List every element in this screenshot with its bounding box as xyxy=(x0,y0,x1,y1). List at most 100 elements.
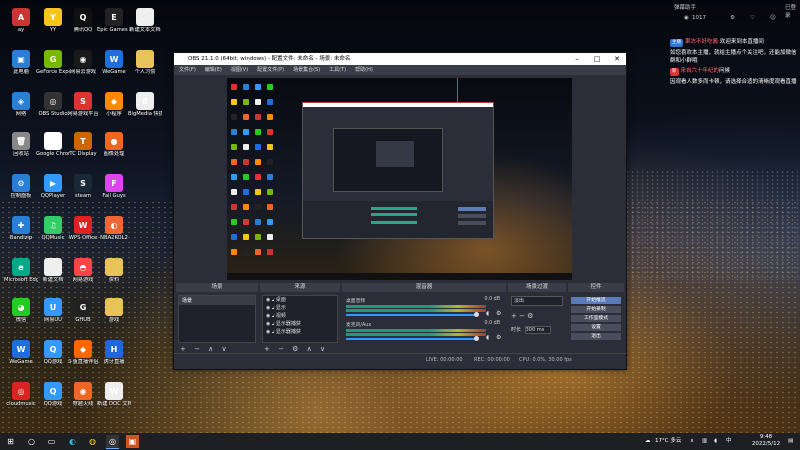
desktop-icon[interactable]: ◓ 网易游戏 xyxy=(66,258,100,294)
scenes-list[interactable]: 场景 xyxy=(178,295,256,343)
desktop-icon[interactable]: ◆ 小程序 xyxy=(97,92,131,128)
tray-volume-icon[interactable]: ◖ xyxy=(714,433,717,450)
desktop-icon[interactable]: ◉ 网易云游戏 xyxy=(66,50,100,86)
close-button[interactable]: ✕ xyxy=(608,53,626,65)
desktop-icon[interactable]: Q QQ游戏 xyxy=(36,382,70,418)
desktop-icon[interactable]: EEpic Games Launcher xyxy=(97,8,131,44)
desktop-icon[interactable]: U 网易UU xyxy=(36,298,70,334)
obs-menu-item[interactable]: 编辑(E) xyxy=(205,65,222,75)
desktop-icon[interactable]: 游戏 xyxy=(97,298,131,334)
desktop-icon[interactable]: ◎ OBS Studio xyxy=(36,92,70,128)
user-icon[interactable]: ☺ xyxy=(770,15,776,21)
sources-list[interactable]: ◉ 🔓︎ 桌面 ◉ 🔓︎ 显示 ◉ 🔓︎ 视频 ◉ 🔓︎ 显示器捕获 ◉ 🔓︎ 显示器捕… xyxy=(262,295,338,343)
minimize-button[interactable]: – xyxy=(568,53,586,65)
obs-titlebar[interactable]: OBS 21.1.0 (64bit, windows) - 配置文件: 未命名 … xyxy=(174,53,626,65)
desktop-icon[interactable]: Ssteam xyxy=(66,174,100,210)
edge-icon[interactable]: ◐ xyxy=(66,435,79,448)
desktop-icon[interactable]: 个人习惯 xyxy=(128,50,162,86)
desktop-icon[interactable]: 新建文本文档 xyxy=(128,8,162,44)
gear-icon[interactable]: ⚙ xyxy=(496,334,501,341)
source-item[interactable]: ◉ 🔓︎ 显示器捕获 xyxy=(263,320,337,328)
desktop-icon[interactable]: ◆ 斗鱼直播伴侣 xyxy=(66,340,100,376)
source-item[interactable]: ◉ 🔓︎ 显示 xyxy=(263,304,337,312)
obs-menu-item[interactable]: 视图(V) xyxy=(231,65,248,75)
obs-menu-item[interactable]: 场景集合(S) xyxy=(293,65,320,75)
desktop-icon[interactable]: W 新建 DOC 文档 xyxy=(97,382,131,418)
volume-knob[interactable] xyxy=(474,312,479,317)
weather-icon[interactable]: ☁ xyxy=(645,433,651,450)
desktop-icon[interactable]: BBigMedia 快捷方式 xyxy=(128,92,162,128)
desktop-icon[interactable]: G GHUB xyxy=(66,298,100,334)
volume-slider[interactable] xyxy=(346,314,476,316)
desktop-icon[interactable]: GGeForce Experience xyxy=(36,50,70,86)
chat-username[interactable]: 果冻不好吃酱: xyxy=(685,39,720,45)
desktop-icon[interactable]: ♫ QQMusic xyxy=(36,216,70,252)
desktop-icon[interactable]: ▣ 此电脑 xyxy=(4,50,38,86)
desktop-icon[interactable]: ◍Google Chrome xyxy=(36,132,70,168)
duration-input[interactable]: 300 ms xyxy=(524,326,551,334)
app-icon[interactable]: ▣ xyxy=(126,435,139,448)
tray-lang[interactable]: 中 xyxy=(726,433,732,450)
desktop-icon[interactable]: T TC Display xyxy=(66,132,100,168)
settings-icon[interactable]: ⚙ xyxy=(730,15,735,21)
speaker-icon[interactable]: ◖ xyxy=(486,334,489,341)
desktop-icon[interactable]: ▶ QQPlayer xyxy=(36,174,70,210)
desktop-icon[interactable]: 🗑 回收站 xyxy=(4,132,38,168)
control-button[interactable]: 开始录制 xyxy=(571,306,621,313)
control-button[interactable]: 退出 xyxy=(571,333,621,340)
source-item[interactable]: ◉ 🔓︎ 视频 xyxy=(263,312,337,320)
desktop-icon[interactable]: ◈ 网络 xyxy=(4,92,38,128)
obs-icon[interactable]: ◎ xyxy=(106,435,119,449)
desktop-icon[interactable]: ◐ NBA2KOL2 xyxy=(97,216,131,252)
desktop-icon[interactable]: H 虎牙直播 xyxy=(97,340,131,376)
desktop-icon[interactable]: ● 图像处理 xyxy=(97,132,131,168)
notification-icon[interactable]: ▤ xyxy=(788,433,793,450)
desktop-icon[interactable]: S 网易游戏平台 xyxy=(66,92,100,128)
obs-window[interactable]: OBS 21.1.0 (64bit, windows) - 配置文件: 未命名 … xyxy=(173,52,627,370)
control-button[interactable]: 设置 xyxy=(571,324,621,331)
desktop-icon[interactable]: W WPS Office xyxy=(66,216,100,252)
sources-toolbar[interactable]: + − ⚙ ∧ ∨ xyxy=(264,345,328,353)
desktop-icon[interactable]: ◕ 微信 xyxy=(4,298,38,334)
obs-menu-item[interactable]: 文件(F) xyxy=(179,65,196,75)
heart-icon[interactable]: ♡ xyxy=(750,15,755,21)
task-view-icon[interactable]: ▭ xyxy=(45,435,58,448)
chat-username[interactable]: 来自六十年纪的 xyxy=(681,68,720,74)
transition-select[interactable]: 淡出 xyxy=(511,296,563,306)
gear-icon[interactable]: ⚙ xyxy=(496,310,501,317)
desktop-icon[interactable]: 新建文档 xyxy=(36,258,70,294)
control-button[interactable]: 工作室模式 xyxy=(571,315,621,322)
desktop-icon[interactable]: W WeGame xyxy=(4,340,38,376)
tray-chevron-icon[interactable]: ∧ xyxy=(690,433,694,450)
desktop-icon[interactable]: Aay xyxy=(4,8,38,44)
obs-menu-item[interactable]: 帮助(H) xyxy=(355,65,373,75)
desktop-icon[interactable]: ⚙ 控制面板 xyxy=(4,174,38,210)
scenes-toolbar[interactable]: + − ∧ ∨ xyxy=(180,345,230,353)
scene-item[interactable]: 场景 xyxy=(179,296,255,305)
desktop-icon[interactable]: 资料 xyxy=(97,258,131,294)
desktop-icon[interactable]: Y YY xyxy=(36,8,70,44)
desktop-icon[interactable]: ◎ cloudmusic xyxy=(4,382,38,418)
stream-login[interactable]: 已登录 xyxy=(785,3,800,19)
desktop-icon[interactable]: Q 腾讯QQ xyxy=(66,8,100,44)
windows-icon[interactable]: ⊞ xyxy=(4,435,17,448)
source-item[interactable]: ◉ 🔓︎ 显示器捕获 xyxy=(263,328,337,336)
desktop-icon[interactable]: ✚ Bandizip xyxy=(4,216,38,252)
desktop-icon[interactable]: Q QQ游戏 xyxy=(36,340,70,376)
chrome-icon[interactable]: ◍ xyxy=(86,435,99,448)
speaker-icon[interactable]: ◖ xyxy=(486,310,489,317)
transition-add-remove[interactable]: + − ⚙ xyxy=(511,312,563,320)
desktop-icon[interactable]: W WeGame xyxy=(97,50,131,86)
volume-knob[interactable] xyxy=(474,336,479,341)
clock[interactable]: 9:48 2022/5/12 xyxy=(748,434,784,448)
weather-text[interactable]: 17°C 多云 xyxy=(655,433,681,450)
desktop-icon[interactable]: F Fall Guys xyxy=(97,174,131,210)
source-item[interactable]: ◉ 🔓︎ 桌面 xyxy=(263,296,337,304)
control-button[interactable]: 开始推流 xyxy=(571,297,621,304)
maximize-button[interactable]: □ xyxy=(588,53,606,65)
desktop-icon[interactable]: eMicrosoft Edge xyxy=(4,258,38,294)
volume-slider[interactable] xyxy=(346,338,476,340)
obs-preview[interactable] xyxy=(227,78,572,280)
obs-menu-item[interactable]: 配置文件(P) xyxy=(257,65,284,75)
search-icon[interactable]: ○ xyxy=(25,435,38,448)
